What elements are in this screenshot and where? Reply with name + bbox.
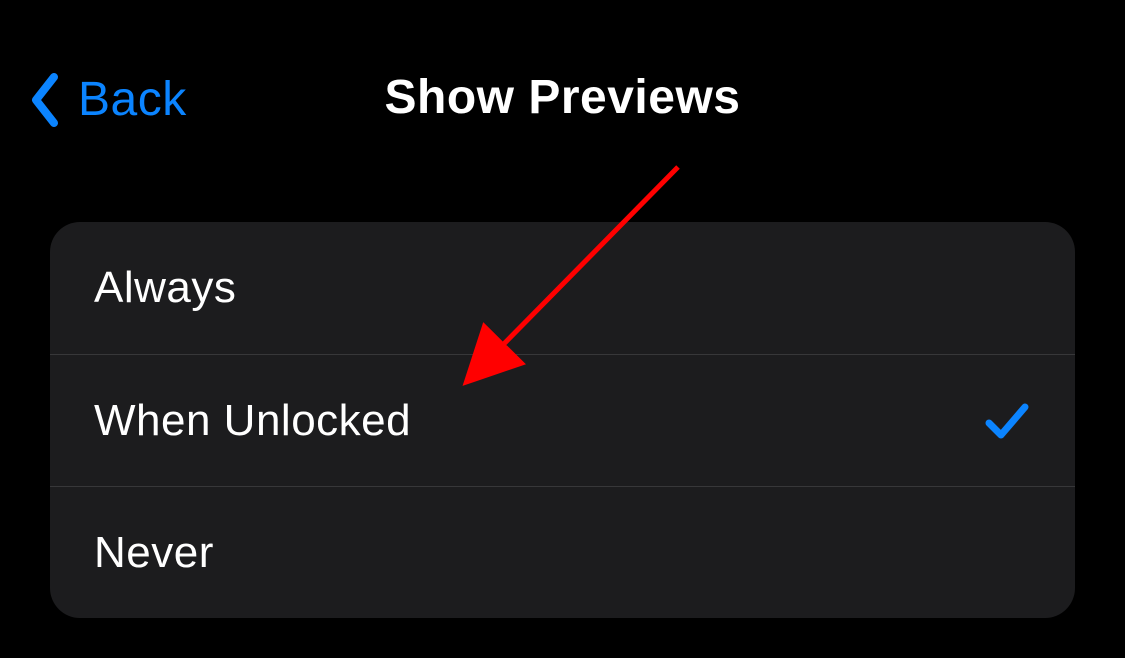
option-always[interactable]: Always xyxy=(50,222,1075,354)
nav-bar: Back Show Previews xyxy=(0,0,1125,160)
option-when-unlocked[interactable]: When Unlocked xyxy=(50,354,1075,486)
checkmark-icon xyxy=(983,397,1031,445)
option-label: Never xyxy=(94,528,214,578)
option-label: When Unlocked xyxy=(94,396,411,446)
options-panel: Always When Unlocked Never xyxy=(50,222,1075,618)
page-title: Show Previews xyxy=(0,70,1125,125)
option-never[interactable]: Never xyxy=(50,486,1075,618)
option-label: Always xyxy=(94,263,236,313)
